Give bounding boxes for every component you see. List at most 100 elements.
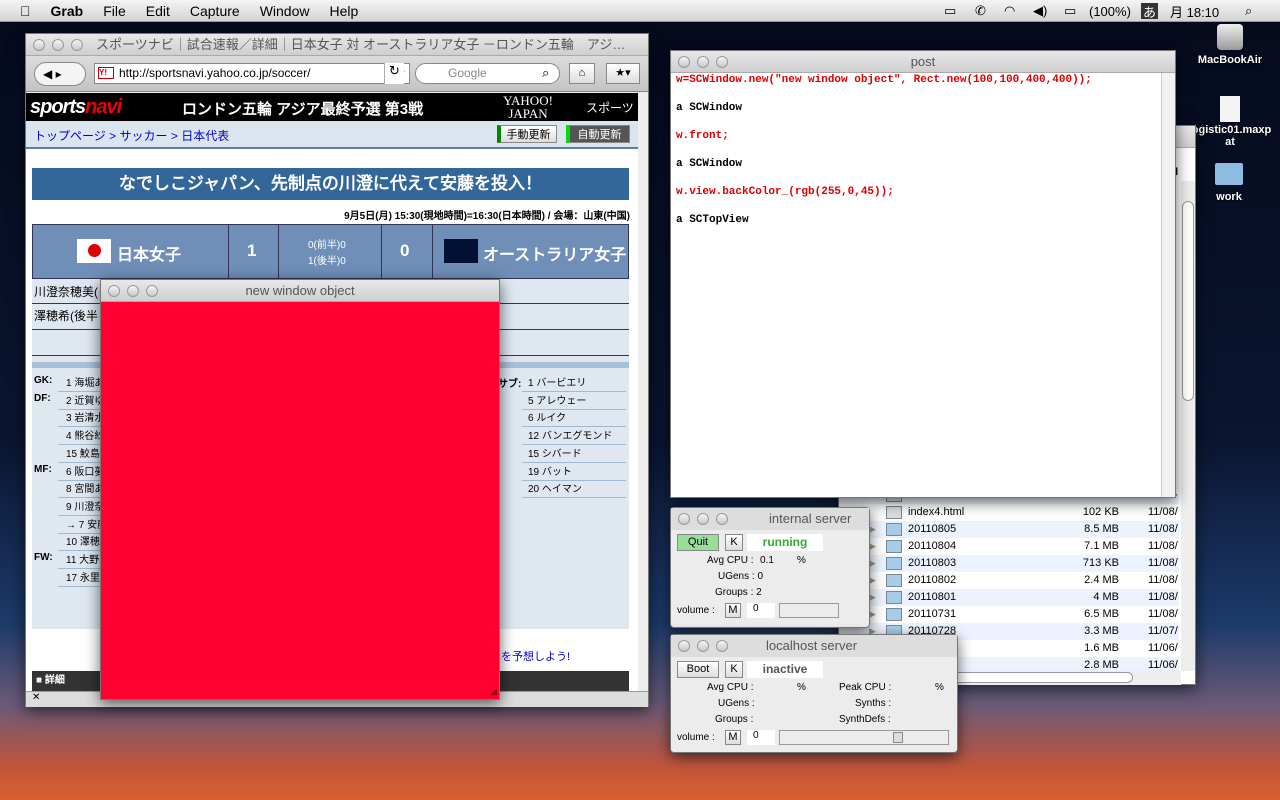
- menu-window[interactable]: Window: [260, 3, 310, 19]
- disclosure-triangle-icon[interactable]: ▶: [869, 589, 876, 606]
- file-row[interactable]: ▶ 20110801 4 MB 11/08/: [839, 589, 1179, 606]
- breadcrumb-top[interactable]: トップページ: [34, 129, 106, 143]
- sub-player[interactable]: 5 アレウェー: [522, 393, 626, 410]
- file-row[interactable]: ▶ 20110805 8.5 MB 11/08/: [839, 521, 1179, 538]
- sub-player[interactable]: 6 ルイク: [522, 410, 626, 428]
- desktop-icon-maxpat[interactable]: logistic01.maxpat: [1188, 96, 1272, 148]
- boot-button[interactable]: Boot: [677, 661, 719, 678]
- menu-help[interactable]: Help: [329, 3, 358, 19]
- menu-edit[interactable]: Edit: [146, 3, 170, 19]
- file-name: 20110802: [908, 574, 957, 586]
- breadcrumb-japan[interactable]: 日本代表: [181, 129, 229, 143]
- window-controls[interactable]: [108, 285, 158, 297]
- bookmarks-menu-button[interactable]: ★▾: [606, 63, 640, 84]
- file-date: 11/08/: [1148, 540, 1178, 552]
- file-row[interactable]: ▶ 20110731 6.5 MB 11/08/: [839, 606, 1179, 623]
- vertical-scrollbar[interactable]: [1181, 181, 1195, 671]
- display-icon[interactable]: ▭: [944, 0, 956, 22]
- volume-input[interactable]: 0: [747, 603, 775, 618]
- breadcrumb-soccer[interactable]: サッカー: [119, 129, 167, 143]
- reload-icon[interactable]: ↻: [384, 63, 404, 84]
- post-text-area[interactable]: w=SCWindow.new("new window object", Rect…: [676, 73, 1092, 241]
- sportsnavi-logo[interactable]: sportsnavi: [30, 96, 122, 119]
- subs-label: サブ:: [498, 379, 522, 390]
- manual-update-button[interactable]: 手動更新: [497, 125, 557, 143]
- away-score: 0: [400, 241, 410, 260]
- yahoo-logo[interactable]: YAHOO! JAPAN: [488, 94, 568, 120]
- volume-icon[interactable]: ◀): [1033, 0, 1047, 22]
- folder-icon: [886, 540, 902, 553]
- hard-drive-icon: [1217, 24, 1243, 50]
- promo-link[interactable]: を予想しよう!: [501, 648, 570, 664]
- file-size: 4 MB: [1093, 591, 1119, 603]
- volume-slider[interactable]: [779, 730, 949, 745]
- window-controls[interactable]: [678, 640, 728, 652]
- menu-capture[interactable]: Capture: [190, 3, 240, 19]
- input-method[interactable]: あ: [1141, 3, 1159, 20]
- clock[interactable]: 月 18:10: [1170, 0, 1219, 22]
- file-date: 11/08/: [1148, 557, 1178, 569]
- disclosure-triangle-icon[interactable]: ▶: [869, 555, 876, 572]
- auto-update-button[interactable]: 自動更新: [566, 125, 630, 143]
- disclosure-triangle-icon[interactable]: ▶: [869, 606, 876, 623]
- desktop-icon-work[interactable]: work: [1189, 163, 1269, 203]
- search-icon: ⌕: [542, 65, 550, 80]
- kill-button[interactable]: K: [725, 661, 743, 678]
- avg-cpu-value: 0.1: [760, 555, 774, 566]
- localhost-server-title-bar[interactable]: localhost server: [671, 635, 957, 657]
- back-forward-buttons[interactable]: ◀ ▸: [34, 62, 86, 86]
- spotlight-icon[interactable]: ⌕: [1245, 0, 1252, 22]
- wifi-icon[interactable]: ◠: [1004, 0, 1015, 22]
- position-label: FW:: [34, 552, 53, 563]
- sub-player[interactable]: 19 バット: [522, 464, 626, 481]
- file-date: 11/07/: [1148, 625, 1178, 637]
- apple-menu-icon[interactable]: : [20, 3, 31, 19]
- menu-app[interactable]: Grab: [51, 3, 84, 19]
- resize-grip-icon[interactable]: ◢: [490, 686, 497, 697]
- close-icon[interactable]: ✕: [32, 692, 40, 703]
- yahoo-sports-label: スポーツ: [586, 101, 634, 115]
- menu-file[interactable]: File: [103, 3, 126, 19]
- window-controls[interactable]: [33, 39, 83, 51]
- file-row[interactable]: ▶ 20110804 7.1 MB 11/08/: [839, 538, 1179, 555]
- quit-button[interactable]: Quit: [677, 534, 719, 551]
- desktop-icon-label: logistic01.maxpat: [1188, 124, 1272, 148]
- desktop-icon-macbookair[interactable]: MacBookAir: [1190, 24, 1270, 66]
- browser-title-bar[interactable]: スポーツナビ｜試合速報／詳細｜日本女子 対 オーストラリア女子 －ロンドン五輪 …: [26, 34, 648, 56]
- post-title-bar[interactable]: post: [671, 51, 1175, 73]
- phone-icon[interactable]: ✆: [975, 0, 986, 22]
- mute-button[interactable]: M: [725, 730, 741, 745]
- sub-player[interactable]: 20 ヘイマン: [522, 481, 626, 499]
- volume-input[interactable]: 0: [747, 730, 775, 745]
- battery-icon[interactable]: ▭: [1064, 0, 1076, 22]
- home-button[interactable]: ⌂: [569, 63, 595, 84]
- kill-button[interactable]: K: [725, 534, 743, 551]
- sub-player[interactable]: 12 バンエグモンド: [522, 428, 626, 446]
- mute-button[interactable]: M: [725, 603, 741, 618]
- post-scrollbar[interactable]: [1161, 73, 1175, 497]
- battery-percent[interactable]: (100%): [1089, 0, 1131, 22]
- slider-thumb[interactable]: [893, 732, 903, 743]
- headline: なでしこジャパン、先制点の川澄に代えて安藤を投入！: [32, 168, 629, 200]
- away-team: オーストラリア女子: [483, 247, 627, 264]
- disclosure-triangle-icon[interactable]: ▶: [869, 521, 876, 538]
- sub-player[interactable]: 1 バービエリ: [522, 375, 626, 392]
- url-bar[interactable]: Y! http://sportsnavi.yahoo.co.jp/soccer/…: [94, 63, 410, 84]
- volume-slider[interactable]: [779, 603, 839, 618]
- browser-scrollbar[interactable]: [638, 93, 648, 691]
- disclosure-triangle-icon[interactable]: ▶: [869, 538, 876, 555]
- search-input[interactable]: Google: [415, 63, 560, 84]
- window-controls[interactable]: [678, 513, 728, 525]
- position-label: GK:: [34, 375, 53, 386]
- disclosure-triangle-icon[interactable]: ▶: [869, 572, 876, 589]
- internal-server-title-bar[interactable]: internal server: [671, 508, 869, 530]
- file-row[interactable]: ▶ 20110802 2.4 MB 11/08/: [839, 572, 1179, 589]
- file-size: 102 KB: [1082, 506, 1119, 518]
- internal-server-window: internal server Quit K running Avg CPU :…: [670, 507, 870, 628]
- red-window-title-bar[interactable]: new window object: [101, 280, 499, 302]
- file-date: 11/08/: [1148, 506, 1178, 518]
- sub-player[interactable]: 15 シバード: [522, 446, 626, 463]
- file-row[interactable]: index4.html 102 KB 11/08/: [839, 504, 1179, 521]
- window-controls[interactable]: [678, 56, 728, 68]
- file-row[interactable]: ▶ 20110803 713 KB 11/08/: [839, 555, 1179, 572]
